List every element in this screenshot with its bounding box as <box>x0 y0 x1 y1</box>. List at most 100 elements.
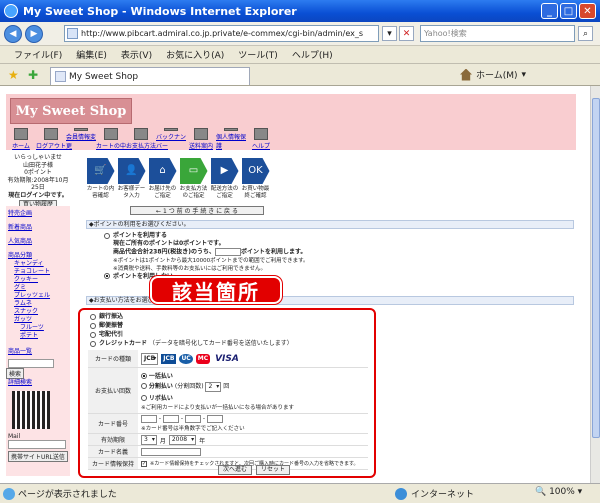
sidebar-search-button[interactable]: 検索 <box>6 368 25 379</box>
sidebar-subcategory-item[interactable]: フルーツ <box>6 324 70 332</box>
payment-option-label: 郵便振替 <box>99 322 124 329</box>
reset-button[interactable]: リセット <box>256 465 291 475</box>
expiry-month-select[interactable]: 3 <box>141 435 157 445</box>
address-dropdown-icon[interactable]: ▾ <box>382 26 397 41</box>
close-button[interactable]: ✕ <box>579 3 596 19</box>
nav-payment[interactable]: お支払方法 <box>126 128 156 150</box>
card-number-input-2[interactable] <box>162 415 179 423</box>
menu-tools[interactable]: ツール(T) <box>238 48 278 61</box>
revolving-radio[interactable] <box>141 395 147 401</box>
points-amount-suffix: ポイントを利用します。 <box>241 248 307 256</box>
zone-label: インターネット <box>411 490 475 500</box>
points-amount-input[interactable] <box>215 248 242 256</box>
sidebar-category-title[interactable]: 商品分類 <box>6 252 70 260</box>
sidebar-category-item[interactable]: クッキー <box>6 276 70 284</box>
zoom-control[interactable]: 🔍 100% ▾ <box>535 487 582 497</box>
stop-icon[interactable]: ✕ <box>399 26 414 41</box>
sidebar-mail-input[interactable] <box>8 440 66 449</box>
menu-view[interactable]: 表示(V) <box>121 48 152 61</box>
home-label: ホーム(M) <box>476 71 518 81</box>
sidebar-link-popular[interactable]: 人気商品 <box>6 238 70 246</box>
lock-icon <box>224 128 238 131</box>
credit-card-table: カードの種類 JCB JCB UC MC VISA お支払い回数 一括払い 分割… <box>88 350 368 470</box>
sidebar-mail-label: Mail <box>8 433 21 440</box>
address-input[interactable]: http://www.pibcart.admiral.co.jp.private… <box>64 25 379 42</box>
card-type-label: カードの種類 <box>88 350 138 367</box>
nav-privacy[interactable]: 個人情報保護 <box>216 128 246 150</box>
points-use-radio[interactable] <box>104 232 110 239</box>
sidebar-detail-search-link[interactable]: 詳細検索 <box>6 379 70 387</box>
favorites-star-icon[interactable]: ★ <box>8 68 22 82</box>
page-viewport: My Sweet Shop ホーム ログアウト 会員情報変更 カートの中 お支払… <box>0 86 590 483</box>
points-no-use-radio[interactable] <box>104 273 110 279</box>
book-icon <box>164 128 178 131</box>
sidebar-link-sale[interactable]: 特売企画 <box>6 210 70 218</box>
status-text: ページが表示されました <box>18 490 117 500</box>
nav-label: 送料案内 <box>188 143 213 150</box>
payment-radio[interactable] <box>90 340 96 347</box>
user-box: いらっしゃいませ 山田花子様 0ポイント 有効期限:2008年10月25日 現在… <box>6 154 70 210</box>
sidebar-category-item[interactable]: ラムネ <box>6 300 70 308</box>
split-radio[interactable] <box>141 383 147 389</box>
back-icon[interactable]: ◀ <box>4 24 22 43</box>
sidebar-subcategory-item[interactable]: ポテト <box>6 332 70 340</box>
sidebar-category-item[interactable]: チョコレート <box>6 268 70 276</box>
sidebar-category-item[interactable]: キャンディ <box>6 260 70 268</box>
site-logo[interactable]: My Sweet Shop <box>10 98 132 124</box>
payment-radio[interactable] <box>90 322 96 329</box>
sidebar-link-new[interactable]: 新着商品 <box>6 224 70 232</box>
sidebar-category-item[interactable]: グミ <box>6 284 70 292</box>
nav-home[interactable]: ホーム <box>6 128 36 150</box>
sidebar-list-link[interactable]: 商品一覧 <box>6 348 70 356</box>
save-checkbox[interactable]: ✓ <box>141 460 147 467</box>
nav-logout[interactable]: ログアウト <box>36 128 66 150</box>
menu-help[interactable]: ヘルプ(H) <box>292 48 333 61</box>
site-header: My Sweet Shop <box>6 94 576 128</box>
menu-edit[interactable]: 編集(E) <box>76 48 107 61</box>
home-icon <box>460 68 472 81</box>
sidebar-mobile-url-button[interactable]: 携帯サイトURL送信 <box>8 451 68 462</box>
maximize-button[interactable]: □ <box>560 3 577 19</box>
search-input[interactable]: Yahoo!検索 <box>420 25 575 42</box>
menu-file[interactable]: ファイル(F) <box>14 48 62 61</box>
save-label: カード情報保持 <box>88 458 138 469</box>
expiry-year-select[interactable]: 2008 <box>168 435 197 445</box>
lump-radio[interactable] <box>141 373 147 379</box>
add-favorite-icon[interactable]: ✚ <box>28 68 42 82</box>
forward-icon[interactable]: ▶ <box>25 24 43 43</box>
split-count-select[interactable]: 2 <box>205 381 222 392</box>
nav-member[interactable]: 会員情報変更 <box>66 128 96 150</box>
points-form: ポイントを利用する 現在ご所有のポイントは0ポイントです。 商品代金合計238円… <box>104 232 344 281</box>
nav-backnumber[interactable]: バックナンバー <box>156 128 186 150</box>
payment-radio[interactable] <box>90 331 96 338</box>
nav-cart[interactable]: カートの中 <box>96 128 126 150</box>
step-label: お届け先のご指定 <box>148 186 177 199</box>
card-number-input-1[interactable] <box>141 415 157 423</box>
menu-favorites[interactable]: お気に入り(A) <box>166 48 224 61</box>
scrollbar-thumb[interactable] <box>592 98 600 438</box>
card-type-select[interactable]: JCB <box>141 352 159 365</box>
tab-my-sweet-shop[interactable]: My Sweet Shop <box>50 67 250 85</box>
door-icon <box>44 128 58 140</box>
nav-help[interactable]: ヘルプ <box>246 128 276 150</box>
vertical-scrollbar[interactable] <box>590 86 600 483</box>
minimize-button[interactable]: _ <box>541 3 558 19</box>
step-confirm: OK お買い物最終ご確認 <box>241 158 270 204</box>
next-button[interactable]: 次へ進む <box>218 465 253 475</box>
card-number-input-4[interactable] <box>206 415 223 423</box>
nav-label: ホーム <box>12 143 30 150</box>
sidebar-search-input[interactable] <box>8 359 54 368</box>
card-number-label: カード番号 <box>88 414 138 433</box>
back-step-button[interactable]: ← 1 つ 前 の 手 続 き に 戻 る <box>130 206 264 215</box>
sidebar-category-item[interactable]: ガッツ <box>6 316 70 324</box>
sidebar-category-item[interactable]: スナック <box>6 308 70 316</box>
search-icon[interactable]: ⌕ <box>578 26 593 41</box>
sidebar-category-item[interactable]: プレッツェル <box>6 292 70 300</box>
card-number-input-3[interactable] <box>184 415 201 423</box>
nav-shipping[interactable]: 送料案内 <box>186 128 216 150</box>
card-holder-input[interactable] <box>141 447 201 456</box>
home-button[interactable]: ホーム(M) ▾ <box>460 68 526 81</box>
person-icon <box>74 128 88 131</box>
payment-radio[interactable] <box>90 313 96 320</box>
step-label: 配送方法のご指定 <box>210 186 239 199</box>
